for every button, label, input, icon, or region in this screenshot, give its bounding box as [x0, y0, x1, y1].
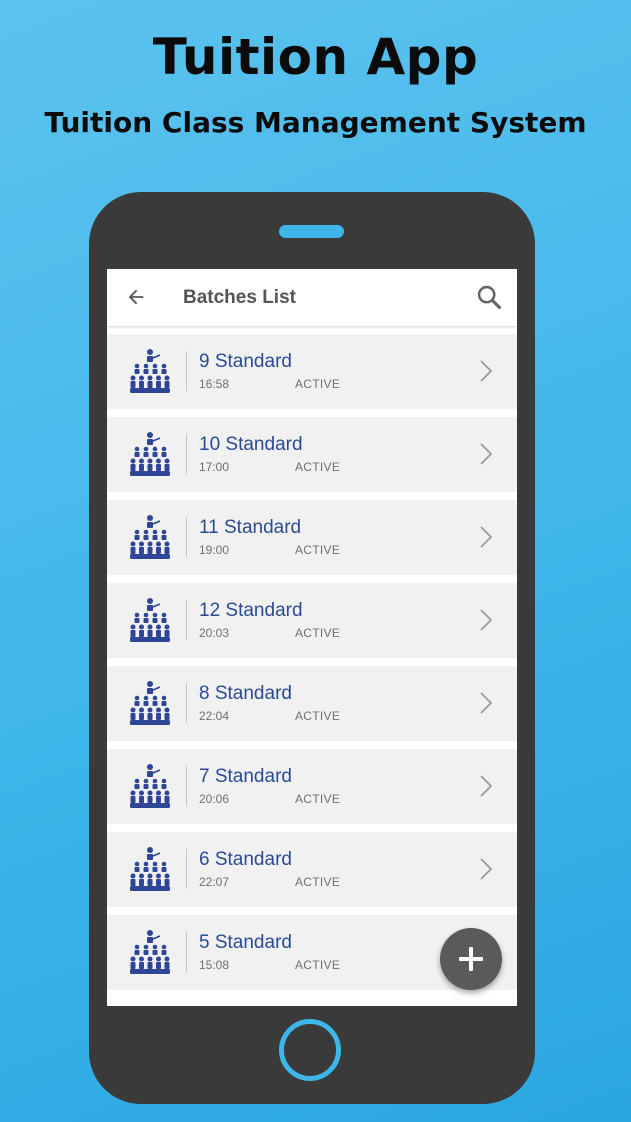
batch-list-item[interactable]: 12 Standard 20:03 ACTIVE	[107, 583, 517, 658]
batch-status: ACTIVE	[295, 460, 341, 474]
phone-speaker	[279, 225, 344, 238]
page-title: Batches List	[183, 287, 296, 308]
app-bar: Batches List	[107, 269, 517, 327]
batch-list: 9 Standard 16:58 ACTIVE 10 Standard 17:0…	[107, 334, 517, 998]
app-screen: Batches List 9 Standard 16:58 ACTIVE 10 …	[107, 269, 517, 1006]
batch-list-item[interactable]: 6 Standard 22:07 ACTIVE	[107, 832, 517, 907]
item-divider	[186, 849, 187, 889]
plus-icon	[459, 947, 483, 971]
batch-status: ACTIVE	[295, 792, 341, 806]
chevron-right-icon	[480, 526, 493, 548]
batch-time: 16:58	[199, 377, 230, 391]
classroom-icon	[130, 515, 170, 559]
batch-list-item[interactable]: 11 Standard 19:00 ACTIVE	[107, 500, 517, 575]
batch-name: 10 Standard	[199, 434, 303, 455]
chevron-right-icon	[480, 609, 493, 631]
batch-time: 17:00	[199, 460, 230, 474]
search-icon[interactable]	[475, 283, 503, 311]
batch-status: ACTIVE	[295, 709, 341, 723]
arrow-left-icon[interactable]	[125, 286, 147, 308]
promo-subtitle: Tuition Class Management System	[44, 106, 587, 139]
batch-status: ACTIVE	[295, 626, 341, 640]
batch-list-item[interactable]: 9 Standard 16:58 ACTIVE	[107, 334, 517, 409]
classroom-icon	[130, 349, 170, 393]
add-batch-button[interactable]	[440, 928, 502, 990]
classroom-icon	[130, 847, 170, 891]
item-divider	[186, 932, 187, 972]
batch-time: 22:04	[199, 709, 230, 723]
classroom-icon	[130, 598, 170, 642]
item-divider	[186, 766, 187, 806]
item-divider	[186, 351, 187, 391]
chevron-right-icon	[480, 775, 493, 797]
batch-status: ACTIVE	[295, 875, 341, 889]
batch-list-item[interactable]: 10 Standard 17:00 ACTIVE	[107, 417, 517, 492]
classroom-icon	[130, 930, 170, 974]
batch-name: 9 Standard	[199, 351, 292, 372]
chevron-right-icon	[480, 443, 493, 465]
home-button[interactable]	[279, 1019, 341, 1081]
promo-title: Tuition App	[152, 28, 479, 86]
batch-time: 20:03	[199, 626, 230, 640]
batch-name: 5 Standard	[199, 932, 292, 953]
batch-status: ACTIVE	[295, 543, 341, 557]
batch-time: 22:07	[199, 875, 230, 889]
batch-status: ACTIVE	[295, 958, 341, 972]
classroom-icon	[130, 681, 170, 725]
item-divider	[186, 683, 187, 723]
chevron-right-icon	[480, 360, 493, 382]
batch-time: 19:00	[199, 543, 230, 557]
phone-frame: Batches List 9 Standard 16:58 ACTIVE 10 …	[89, 192, 535, 1104]
item-divider	[186, 517, 187, 557]
classroom-icon	[130, 432, 170, 476]
batch-list-item[interactable]: 7 Standard 20:06 ACTIVE	[107, 749, 517, 824]
batch-list-item[interactable]: 8 Standard 22:04 ACTIVE	[107, 666, 517, 741]
classroom-icon	[130, 764, 170, 808]
item-divider	[186, 600, 187, 640]
item-divider	[186, 434, 187, 474]
chevron-right-icon	[480, 692, 493, 714]
batch-name: 11 Standard	[199, 517, 302, 538]
batch-time: 20:06	[199, 792, 230, 806]
batch-name: 8 Standard	[199, 683, 292, 704]
batch-name: 7 Standard	[199, 766, 292, 787]
batch-name: 12 Standard	[199, 600, 303, 621]
batch-name: 6 Standard	[199, 849, 292, 870]
batch-status: ACTIVE	[295, 377, 341, 391]
chevron-right-icon	[480, 858, 493, 880]
batch-time: 15:08	[199, 958, 230, 972]
